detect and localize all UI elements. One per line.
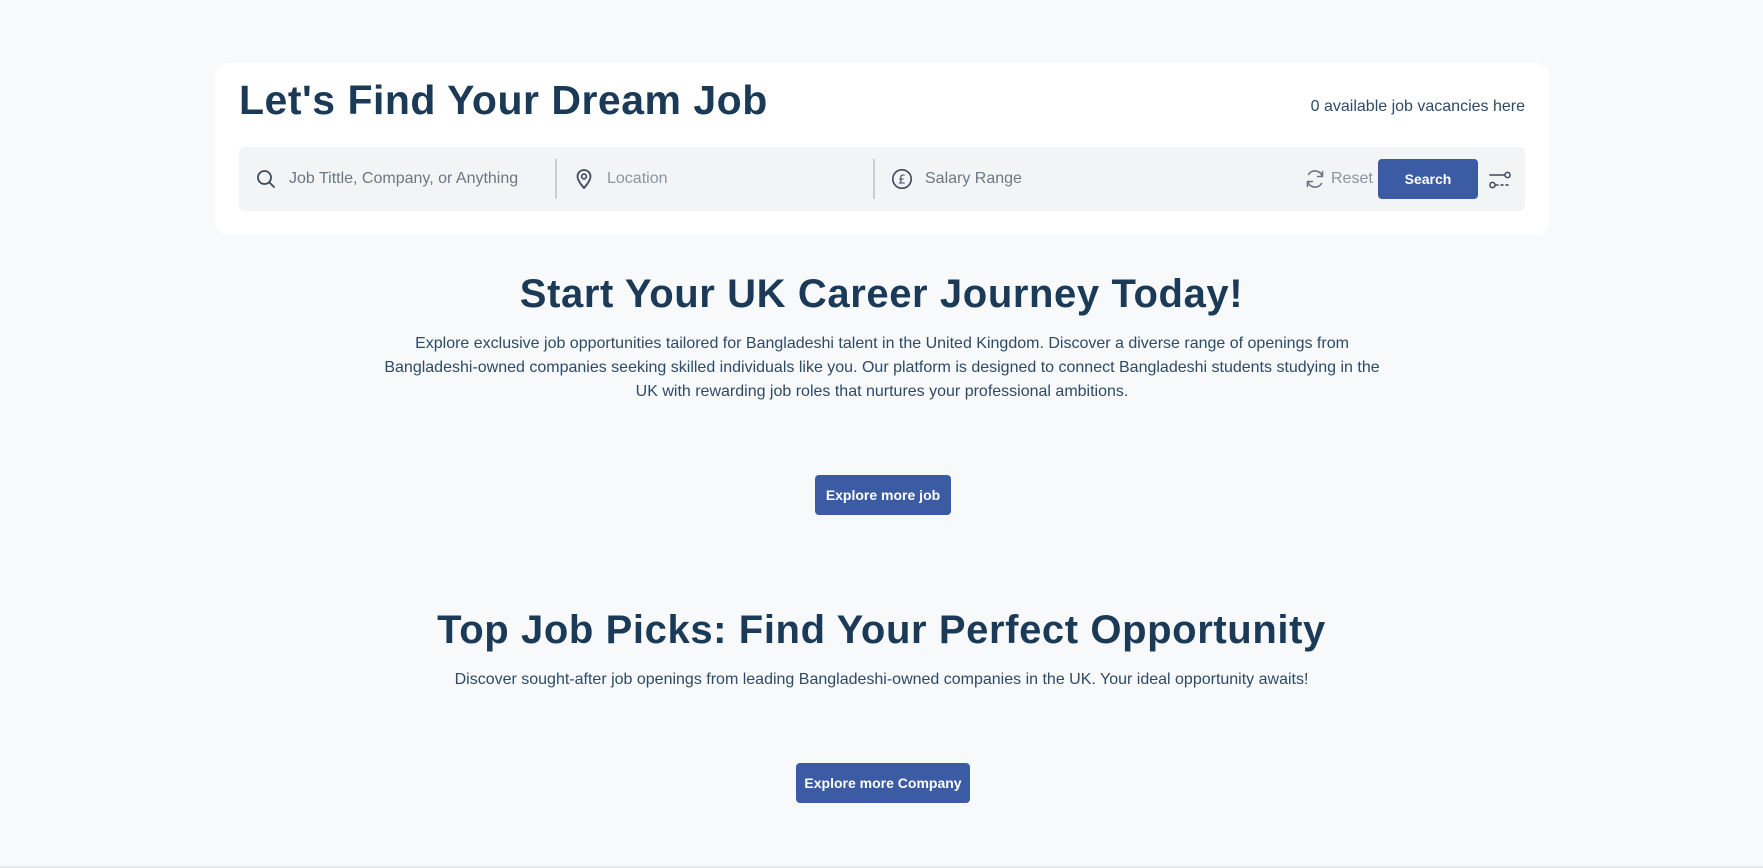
search-bar: £ Reset Search xyxy=(239,147,1525,211)
reset-button[interactable]: Reset xyxy=(1303,164,1373,194)
reset-label: Reset xyxy=(1331,170,1373,187)
search-button[interactable]: Search xyxy=(1378,159,1478,199)
pound-icon: £ xyxy=(891,168,913,190)
page: Let's Find Your Dream Job 0 available jo… xyxy=(0,0,1763,868)
picks-section-description: Discover sought-after job openings from … xyxy=(454,671,1309,688)
career-section-title: Start Your UK Career Journey Today! xyxy=(519,272,1244,316)
field-divider xyxy=(873,159,875,199)
filter-sliders-icon[interactable] xyxy=(1487,167,1513,193)
explore-companies-button[interactable]: Explore more Company xyxy=(796,763,970,803)
keyword-input[interactable] xyxy=(289,164,539,194)
location-input[interactable] xyxy=(607,164,857,194)
search-card: Let's Find Your Dream Job 0 available jo… xyxy=(215,63,1549,235)
refresh-icon xyxy=(1303,167,1327,191)
search-icon xyxy=(255,168,277,190)
map-pin-icon xyxy=(573,168,595,190)
explore-jobs-button[interactable]: Explore more job xyxy=(815,475,951,515)
salary-input[interactable] xyxy=(925,164,1205,194)
career-section-description: Explore exclusive job opportunities tail… xyxy=(384,335,1380,400)
location-field xyxy=(573,147,863,211)
vacancy-count: 0 available job vacancies here xyxy=(1310,98,1525,115)
page-title: Let's Find Your Dream Job xyxy=(239,77,768,123)
keyword-field xyxy=(255,147,545,211)
picks-section-title: Top Job Picks: Find Your Perfect Opportu… xyxy=(437,608,1326,652)
svg-text:£: £ xyxy=(898,173,906,187)
salary-field: £ xyxy=(891,147,1231,211)
field-divider xyxy=(555,159,557,199)
